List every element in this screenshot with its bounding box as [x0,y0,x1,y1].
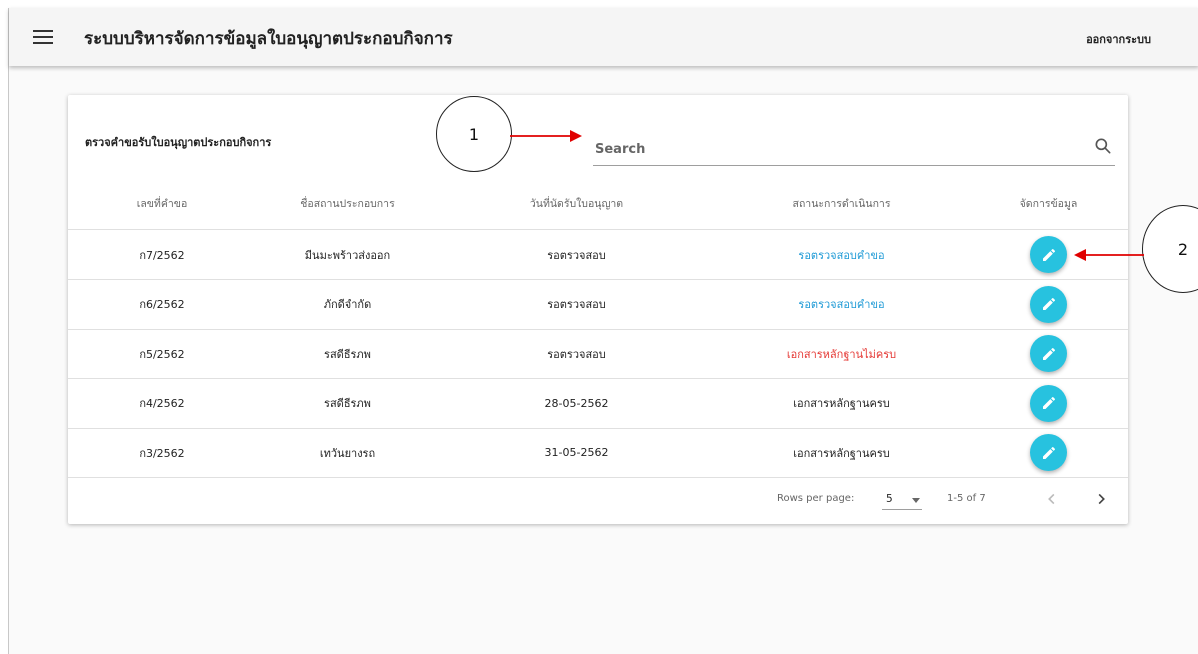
business-name: มีนมะพร้าวส่งออก [304,248,391,262]
business-name: รสดีธีรภพ [324,347,371,361]
caret-down-icon [912,498,920,503]
annotation-marker-1: 1 [436,96,512,172]
pencil-icon [1042,297,1055,310]
pagination-range: 1-5 of 7 [947,493,986,504]
appointment-date: รอตรวจสอบ [547,347,606,361]
business-name: ภักดีจำกัด [323,298,372,311]
pencil-icon [1042,446,1055,459]
edit-button[interactable] [1030,285,1067,323]
edit-button[interactable] [1030,236,1067,273]
manage-cell [969,285,1128,323]
pencil-icon [1042,248,1055,261]
appointment-date: รอตรวจสอบ [547,298,606,311]
edit-button[interactable] [1030,335,1067,372]
status-text: เอกสารหลักฐานไม่ครบ [786,347,897,361]
appointment-date: รอตรวจสอบ [547,248,606,262]
table-row[interactable]: ก6/2562 ภักดีจำกัด รอตรวจสอบ รอตรวจสอบคำขอ [68,280,1128,330]
requests-card: ตรวจคำขอรับใบอนุญาตประกอบกิจการ เลขที่คำ… [68,95,1128,524]
rows-per-page-select[interactable]: 5 [882,487,922,510]
status-text: เอกสารหลักฐานครบ [793,397,890,410]
status-text: รอตรวจสอบคำขอ [798,298,885,311]
request-number: ก3/2562 [139,446,185,460]
column-header-request-no[interactable]: เลขที่คำขอ [68,195,256,212]
chevron-right-icon[interactable] [1090,488,1112,510]
rows-per-page-value: 5 [886,493,893,505]
table-row[interactable]: ก3/2562 เทวันยางรถ 31-05-2562 เอกสารหลักฐาน… [68,428,1128,478]
search-field [593,131,1115,166]
business-name: เทวันยางรถ [319,446,376,460]
table-footer: Rows per page: 5 1-5 of 7 [68,478,1128,524]
edit-button[interactable] [1030,384,1067,422]
search-icon[interactable] [1093,136,1113,156]
column-header-status[interactable]: สถานะการดำเนินการ [714,195,969,212]
chevron-left-icon[interactable] [1041,488,1063,510]
app-title: ระบบบริหารจัดการข้อมูลใบอนุญาตประกอบกิจก… [84,29,453,49]
pencil-icon [1042,347,1055,360]
column-header-business[interactable]: ชื่อสถานประกอบการ [256,195,439,212]
status-text: เอกสารหลักฐานครบ [793,446,890,460]
request-number: ก6/2562 [139,298,185,311]
column-header-manage: จัดการข้อมูล [1019,197,1078,210]
appointment-date: 28-05-2562 [544,396,609,410]
card-title: ตรวจคำขอรับใบอนุญาตประกอบกิจการ [85,136,272,149]
edit-button[interactable] [1030,434,1067,471]
annotation-arrow-2 [1074,249,1144,261]
manage-cell [969,434,1128,471]
request-number: ก4/2562 [139,397,185,410]
manage-cell [969,335,1128,372]
status-text: รอตรวจสอบคำขอ [798,248,885,262]
column-header-appointment-date[interactable]: วันที่นัดรับใบอนุญาต [439,195,714,212]
logout-button[interactable]: ออกจากระบบ [1086,30,1151,48]
table-row[interactable]: ก4/2562 รสดีธีรภพ 28-05-2562 เอกสารหลักฐานค… [68,379,1128,429]
table-row[interactable]: ก5/2562 รสดีธีรภพ รอตรวจสอบ เอกสารหลักฐานไม… [68,329,1128,379]
request-number: ก5/2562 [139,347,185,361]
business-name: รสดีธีรภพ [324,397,371,410]
table-row[interactable]: ก7/2562 มีนมะพร้าวส่งออก รอตรวจสอบ รอตรวจสอ… [68,230,1128,280]
app-window: ระบบบริหารจัดการข้อมูลใบอนุญาตประกอบกิจก… [8,8,1198,654]
menu-icon[interactable] [33,27,53,47]
annotation-arrow-1 [510,130,582,142]
search-input[interactable] [593,137,1077,161]
pencil-icon [1042,396,1055,409]
request-number: ก7/2562 [139,248,185,262]
top-app-bar: ระบบบริหารจัดการข้อมูลใบอนุญาตประกอบกิจก… [9,8,1198,66]
manage-cell [969,384,1128,422]
table-header: เลขที่คำขอ ชื่อสถานประกอบการ วันที่นัดรั… [68,177,1128,230]
rows-per-page-label: Rows per page: [777,493,855,504]
appointment-date: 31-05-2562 [544,446,609,459]
